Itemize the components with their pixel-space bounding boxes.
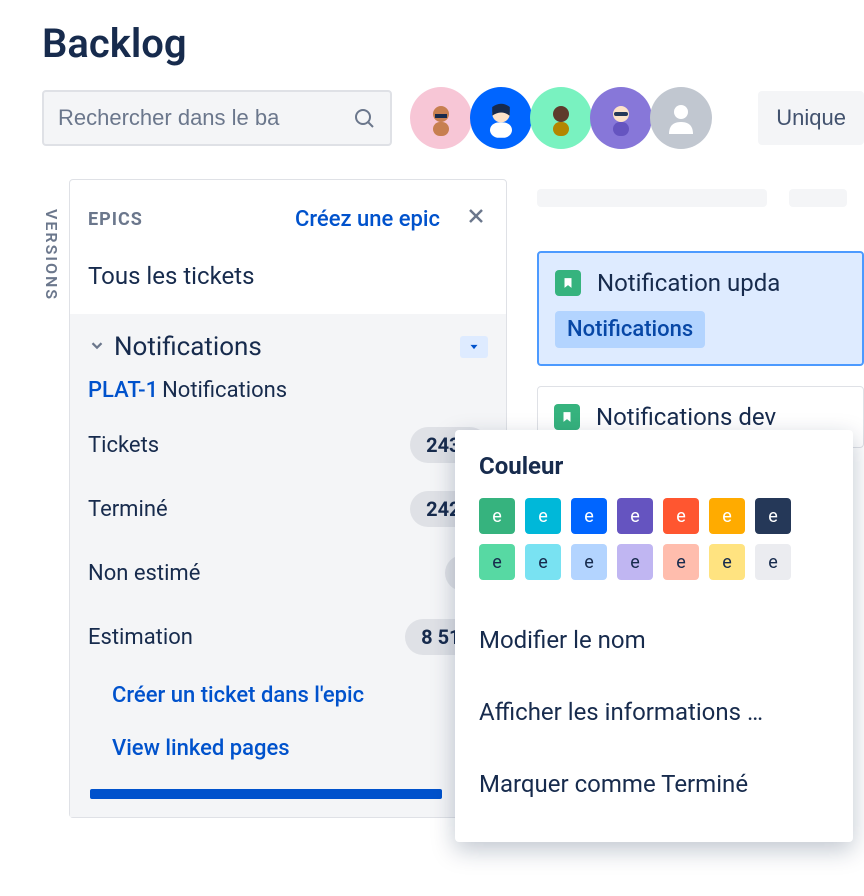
epic-key-label-text: Notifications — [162, 378, 287, 403]
epics-header: EPICS Créez une epic — [70, 180, 506, 254]
epic-actions: Créer un ticket dans l'epic View linked … — [88, 683, 488, 761]
toolbar: Unique — [42, 87, 864, 149]
stat-label: Estimation — [88, 625, 193, 650]
color-swatch[interactable]: e — [709, 544, 745, 580]
color-swatch[interactable]: e — [663, 544, 699, 580]
dropdown-item-info[interactable]: Afficher les informations … — [479, 676, 829, 748]
assignee-avatars — [412, 87, 712, 149]
color-swatch[interactable]: e — [663, 498, 699, 534]
create-issue-in-epic-link[interactable]: Créer un ticket dans l'epic — [112, 683, 488, 708]
stat-label: Non estimé — [88, 561, 200, 586]
epic-tag[interactable]: Notifications — [555, 311, 705, 348]
epic-menu-trigger[interactable] — [460, 336, 488, 358]
avatar[interactable] — [470, 87, 532, 149]
color-swatch[interactable]: e — [479, 498, 515, 534]
page-title: Backlog — [42, 20, 864, 67]
color-swatch[interactable]: e — [709, 498, 745, 534]
stat-row: Terminé2428 — [88, 491, 488, 527]
color-swatch[interactable]: e — [617, 544, 653, 580]
versions-tab[interactable]: VERSIONS — [42, 179, 69, 818]
color-swatch[interactable]: e — [525, 544, 561, 580]
avatar[interactable] — [410, 87, 472, 149]
search-icon — [352, 106, 376, 130]
color-swatch[interactable]: e — [755, 544, 791, 580]
epic-stats: Tickets2435 Terminé2428 Non estimé0 Esti… — [88, 427, 488, 655]
search-box[interactable] — [42, 90, 392, 146]
avatar[interactable] — [530, 87, 592, 149]
issue-card-selected[interactable]: Notification upda Notifications — [537, 251, 864, 366]
color-swatch-grid: eeeeeeeeeeeeee — [479, 498, 829, 580]
color-swatch[interactable]: e — [525, 498, 561, 534]
color-swatch[interactable]: e — [617, 498, 653, 534]
story-icon — [554, 404, 580, 430]
search-input[interactable] — [58, 105, 352, 131]
epic-item-expanded: Notifications PLAT-1 Notifications Ticke… — [70, 314, 506, 817]
epic-key-link[interactable]: PLAT-1 — [88, 378, 158, 403]
placeholder-line — [537, 189, 767, 207]
color-swatch[interactable]: e — [755, 498, 791, 534]
stat-label: Terminé — [88, 497, 168, 522]
color-swatch[interactable]: e — [571, 498, 607, 534]
epic-name: Notifications — [114, 332, 452, 362]
create-epic-link[interactable]: Créez une epic — [295, 207, 440, 232]
stat-row: Non estimé0 — [88, 555, 488, 591]
stat-row: Tickets2435 — [88, 427, 488, 463]
epics-title: EPICS — [88, 209, 295, 230]
color-swatch[interactable]: e — [571, 544, 607, 580]
all-issues-item[interactable]: Tous les tickets — [70, 254, 506, 314]
stat-row: Estimation8 513 — [88, 619, 488, 655]
avatar[interactable] — [590, 87, 652, 149]
epic-progress-bar — [90, 789, 442, 799]
dropdown-color-title: Couleur — [479, 452, 829, 480]
avatar-unassigned[interactable] — [650, 87, 712, 149]
stat-label: Tickets — [88, 433, 159, 458]
color-swatch[interactable]: e — [479, 544, 515, 580]
close-icon[interactable] — [462, 202, 490, 236]
placeholder-line — [789, 189, 847, 207]
issue-title: Notification upda — [597, 269, 780, 297]
story-icon — [555, 270, 581, 296]
chevron-down-icon[interactable] — [88, 336, 106, 358]
view-linked-pages-link[interactable]: View linked pages — [112, 736, 488, 761]
issue-title: Notifications dev — [596, 403, 776, 431]
epics-panel: EPICS Créez une epic Tous les tickets No… — [69, 179, 507, 818]
epic-dropdown-menu: Couleur eeeeeeeeeeeeee Modifier le nom A… — [455, 430, 853, 842]
dropdown-item-rename[interactable]: Modifier le nom — [479, 604, 829, 676]
unique-filter-button[interactable]: Unique — [758, 91, 864, 145]
dropdown-item-mark-done[interactable]: Marquer comme Terminé — [479, 748, 829, 820]
